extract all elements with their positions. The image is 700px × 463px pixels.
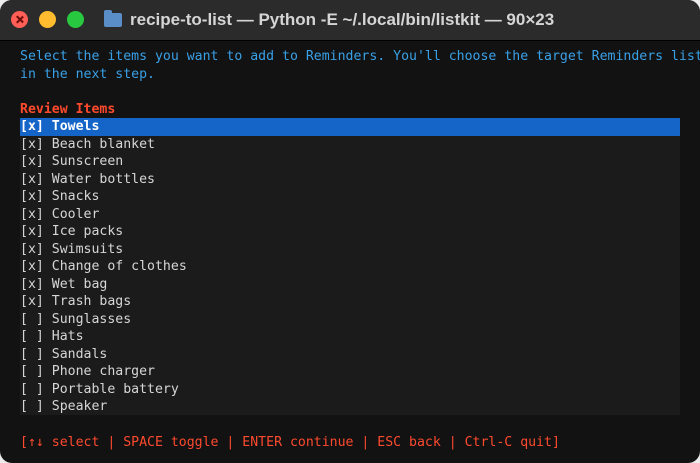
item-label: Swimsuits — [51, 241, 124, 257]
checkbox-mark[interactable]: [ ] — [20, 347, 44, 362]
item-label: Cooler — [51, 206, 100, 222]
list-item[interactable]: [x] Change of clothes — [20, 258, 680, 276]
review-items-list[interactable]: [x] Towels [x] Beach blanket [x] Sunscreen… — [20, 118, 680, 415]
checkbox-mark[interactable]: [x] — [20, 224, 44, 239]
checkbox-mark[interactable]: [x] — [20, 294, 44, 309]
intro-line-1: Select the items you want to add to Remi… — [20, 49, 700, 64]
list-item[interactable]: [x] Beach blanket — [20, 136, 680, 154]
list-item[interactable]: [ ] Speaker — [20, 398, 680, 415]
intro-line-2: in the next step. — [20, 66, 155, 82]
review-items-heading: Review Items — [20, 101, 116, 117]
checkbox-mark[interactable]: [ ] — [20, 329, 44, 344]
item-label: Sandals — [51, 346, 108, 362]
checkbox-mark[interactable]: [ ] — [20, 382, 44, 397]
list-item[interactable]: [x] Ice packs — [20, 223, 680, 241]
item-label: Beach blanket — [51, 136, 155, 152]
item-label: Sunglasses — [51, 311, 132, 327]
checkbox-mark[interactable]: [x] — [20, 189, 44, 204]
checkbox-mark[interactable]: [x] — [20, 207, 44, 222]
item-label: Trash bags — [51, 294, 132, 309]
checkbox-mark[interactable]: [x] — [20, 119, 44, 134]
terminal-window: recipe-to-list — Python -E ~/.local/bin/… — [0, 0, 700, 463]
list-item[interactable]: [x] Cooler — [20, 206, 680, 224]
keyboard-help-bar: [↑↓ select | SPACE toggle | ENTER contin… — [20, 435, 560, 450]
checkbox-mark[interactable]: [ ] — [20, 364, 44, 379]
checkbox-mark[interactable]: [ ] — [20, 399, 44, 414]
list-item[interactable]: [x] Water bottles — [20, 171, 680, 189]
item-label: Hats — [51, 329, 84, 344]
zoom-window-button[interactable] — [67, 11, 84, 28]
checkbox-mark[interactable]: [x] — [20, 154, 44, 169]
list-item[interactable]: [x] Snacks — [20, 188, 680, 206]
item-label: Portable battery — [51, 381, 179, 397]
item-label: Snacks — [51, 189, 100, 204]
close-window-button[interactable] — [11, 11, 28, 28]
minimize-window-button[interactable] — [39, 11, 56, 28]
list-item[interactable]: [x] Swimsuits — [20, 241, 680, 259]
list-item[interactable]: [ ] Hats — [20, 328, 680, 346]
item-label: Ice packs — [51, 224, 124, 239]
window-title-text: recipe-to-list — Python -E ~/.local/bin/… — [130, 10, 555, 29]
item-label: Sunscreen — [51, 154, 124, 169]
list-item[interactable]: [ ] Portable battery — [20, 381, 680, 399]
item-label: Towels — [51, 119, 100, 134]
item-label: Speaker — [51, 399, 108, 414]
checkbox-mark[interactable]: [x] — [20, 259, 44, 274]
list-item[interactable]: [ ] Phone charger — [20, 363, 680, 381]
checkbox-mark[interactable]: [x] — [20, 277, 44, 292]
checkbox-mark[interactable]: [ ] — [20, 312, 44, 327]
window-title: recipe-to-list — Python -E ~/.local/bin/… — [104, 9, 554, 31]
checkbox-mark[interactable]: [x] — [20, 172, 44, 187]
item-label: Wet bag — [51, 276, 108, 292]
list-item[interactable]: [x] Sunscreen — [20, 153, 680, 171]
list-item[interactable]: [ ] Sunglasses — [20, 311, 680, 329]
item-label: Phone charger — [51, 364, 155, 379]
list-item[interactable]: [x] Towels — [20, 118, 680, 136]
terminal-content: Select the items you want to add to Remi… — [20, 48, 700, 415]
folder-icon — [104, 10, 122, 27]
item-label: Water bottles — [51, 171, 155, 187]
list-item[interactable]: [x] Trash bags — [20, 293, 680, 311]
list-item[interactable]: [x] Wet bag — [20, 276, 680, 294]
checkbox-mark[interactable]: [x] — [20, 242, 44, 257]
title-bar: recipe-to-list — Python -E ~/.local/bin/… — [0, 0, 700, 41]
item-label: Change of clothes — [51, 259, 187, 274]
checkbox-mark[interactable]: [x] — [20, 137, 44, 152]
list-item[interactable]: [ ] Sandals — [20, 346, 680, 364]
